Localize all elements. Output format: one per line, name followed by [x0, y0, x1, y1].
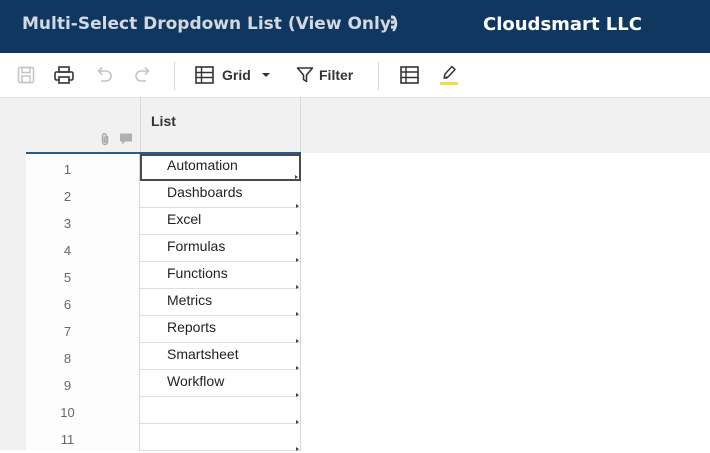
cell-value: Reports [167, 319, 217, 335]
row-number[interactable]: 11 [26, 424, 140, 451]
list-cell[interactable]: Automation [140, 154, 301, 181]
highlight-icon[interactable] [440, 63, 458, 83]
undo-icon[interactable] [95, 65, 113, 85]
list-cell[interactable]: Workflow [140, 370, 301, 397]
cell-value: Dashboards [167, 184, 243, 200]
table-row: 11 [26, 424, 301, 451]
cell-value: Formulas [167, 238, 226, 254]
column-header-label: List [151, 113, 176, 129]
company-name: Cloudsmart LLC [483, 14, 642, 35]
sheet-rows: 1 Automation 2 Dashboards 3 Excel 4 Form… [26, 154, 301, 451]
row-layout-icon[interactable] [400, 65, 419, 85]
app-header: Multi-Select Dropdown List (View Only) ⋮… [0, 0, 710, 53]
table-row: 1 Automation [26, 154, 301, 181]
row-number[interactable]: 6 [26, 289, 140, 316]
filter-label: Filter [319, 67, 354, 83]
list-cell[interactable]: Excel [140, 208, 301, 235]
list-cell[interactable]: Reports [140, 316, 301, 343]
cell-value: Automation [167, 157, 238, 173]
grid-view-label: Grid [222, 67, 251, 83]
table-row: 3 Excel [26, 208, 301, 235]
row-number[interactable]: 10 [26, 397, 140, 424]
row-number[interactable]: 1 [26, 154, 140, 181]
list-cell[interactable]: Metrics [140, 289, 301, 316]
toolbar-divider [378, 62, 379, 90]
filter-button[interactable]: Filter [296, 65, 353, 85]
row-number[interactable]: 5 [26, 262, 140, 289]
row-number[interactable]: 4 [26, 235, 140, 262]
highlight-color-bar [440, 82, 458, 85]
cell-value: Functions [167, 265, 228, 281]
table-row: 8 Smartsheet [26, 343, 301, 370]
print-icon[interactable] [54, 65, 74, 85]
row-header-icons [98, 132, 133, 146]
row-number[interactable]: 3 [26, 208, 140, 235]
cell-value: Workflow [167, 373, 225, 389]
toolbar: Grid Filter [0, 53, 710, 98]
list-cell[interactable]: Dashboards [140, 181, 301, 208]
table-row: 6 Metrics [26, 289, 301, 316]
attachment-icon [101, 133, 109, 146]
filter-icon [296, 67, 314, 83]
comment-icon [120, 133, 132, 145]
toolbar-divider [174, 62, 175, 90]
row-number[interactable]: 8 [26, 343, 140, 370]
table-row: 5 Functions [26, 262, 301, 289]
table-row: 2 Dashboards [26, 181, 301, 208]
table-row: 9 Workflow [26, 370, 301, 397]
dropdown-caret-icon[interactable] [296, 447, 299, 451]
grid-left-margin [0, 153, 26, 450]
redo-icon[interactable] [134, 65, 152, 85]
list-cell[interactable]: Smartsheet [140, 343, 301, 370]
sheet-menu-icon[interactable]: ⋮ [384, 13, 401, 33]
cell-value: Metrics [167, 292, 213, 308]
dropdown-caret-icon[interactable] [295, 175, 298, 179]
grid-view-icon [195, 66, 214, 84]
cell-value: Excel [167, 211, 202, 227]
list-cell[interactable] [140, 397, 301, 424]
list-cell[interactable]: Formulas [140, 235, 301, 262]
grid-view-button[interactable]: Grid [195, 65, 271, 85]
sheet-title[interactable]: Multi-Select Dropdown List (View Only) [22, 14, 399, 34]
list-cell[interactable]: Functions [140, 262, 301, 289]
table-row: 7 Reports [26, 316, 301, 343]
cell-value: Smartsheet [167, 346, 239, 362]
chevron-down-icon [261, 73, 270, 77]
table-row: 10 [26, 397, 301, 424]
table-row: 4 Formulas [26, 235, 301, 262]
list-cell[interactable] [140, 424, 301, 451]
row-number[interactable]: 7 [26, 316, 140, 343]
save-icon[interactable] [17, 65, 35, 85]
row-number[interactable]: 9 [26, 370, 140, 397]
row-number[interactable]: 2 [26, 181, 140, 208]
column-header-list[interactable]: List [140, 98, 301, 153]
